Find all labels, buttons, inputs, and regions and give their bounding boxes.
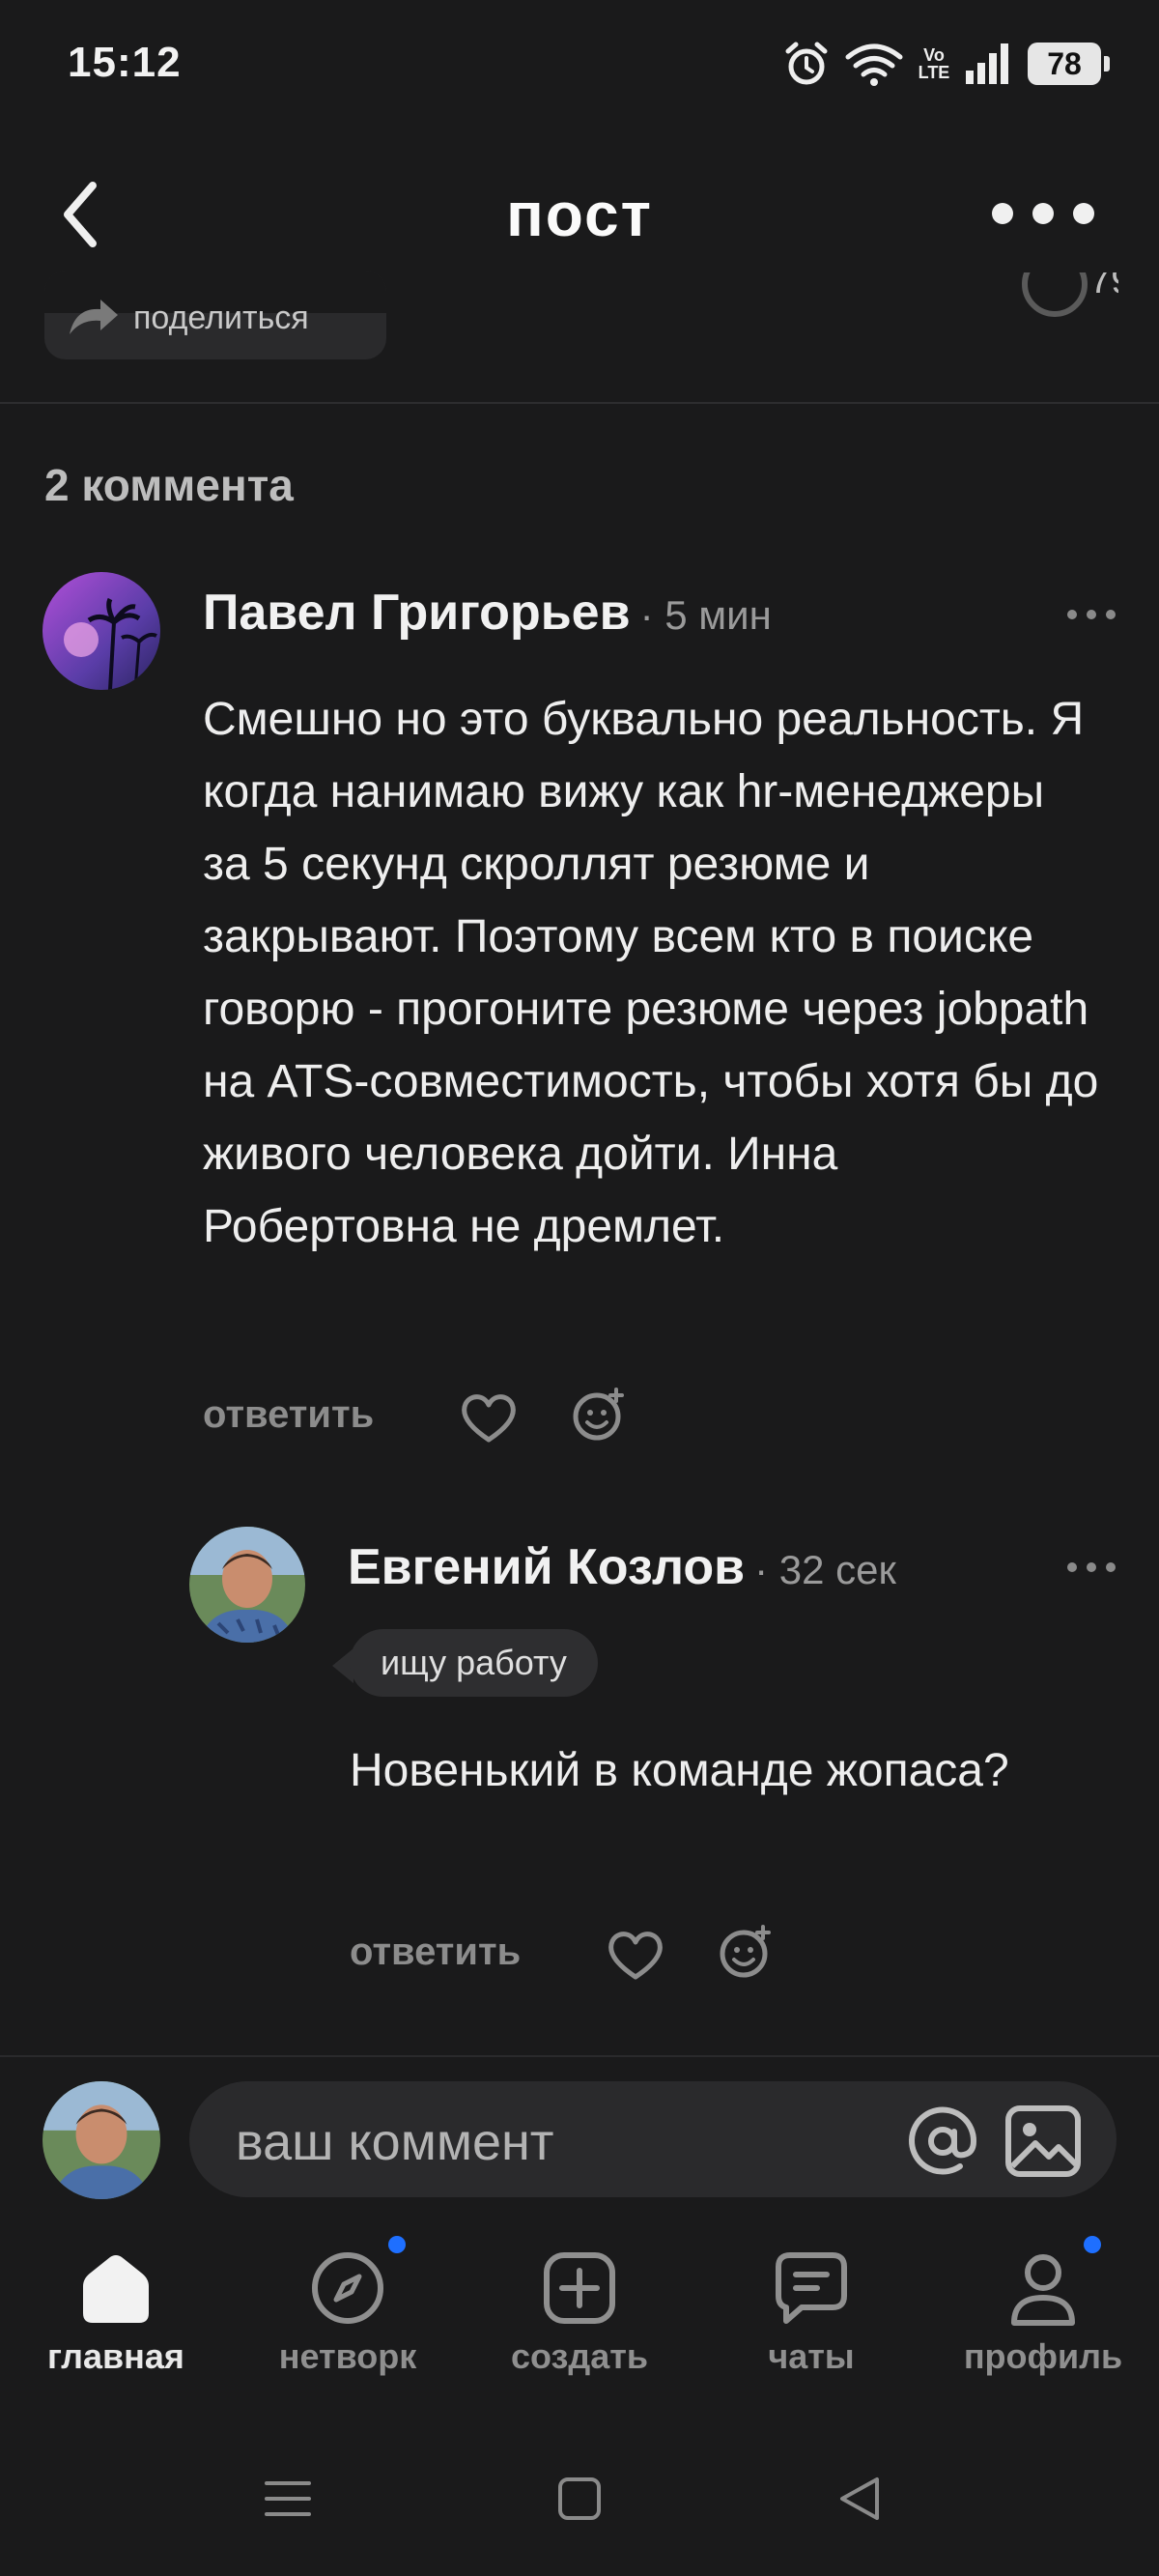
comment-author[interactable]: Павел Григорьев [203,584,631,642]
comment-input-placeholder: ваш коммент [236,2113,554,2171]
plus-square-icon [544,2252,615,2324]
nav-network[interactable]: нетворк [251,2236,444,2377]
more-options-button[interactable] [985,189,1101,238]
battery-indicator: 78 [1028,43,1110,85]
status-time: 15:12 [68,39,182,86]
compass-icon [312,2252,383,2324]
home-system-icon[interactable] [551,2470,608,2528]
nav-label: профиль [963,2336,1123,2376]
volte-label: Vo LTE [918,45,950,82]
avatar[interactable] [189,1527,305,1643]
nav-label: создать [510,2336,649,2376]
nav-chats[interactable]: чаты [715,2249,908,2377]
share-button[interactable]: поделиться [44,271,386,359]
reply-button[interactable]: ответить [350,1931,521,1974]
comment-more-icon[interactable] [1062,1556,1120,1579]
image-attach-icon[interactable] [1004,2104,1082,2178]
wifi-icon [845,43,903,86]
nav-label: нетворк [278,2336,417,2376]
views-counter: 79 [1022,272,1118,317]
comment-text: Новенький в команде жопаса? [350,1745,1009,1796]
avatar[interactable] [42,572,160,690]
nav-home[interactable]: главная [19,2249,212,2377]
comment-more-icon[interactable] [1062,603,1120,626]
add-reaction-icon[interactable] [717,1923,775,1981]
back-system-icon[interactable] [833,2470,890,2528]
comment-author[interactable]: Евгений Козлов [348,1538,745,1596]
more-horizontal-icon [992,203,1094,224]
share-label: поделиться [133,300,309,336]
nav-label: главная [47,2336,184,2376]
comment-header: Евгений Козлов · 32 сек [348,1538,896,1596]
chat-icon [776,2252,847,2324]
nav-create[interactable]: создать [483,2249,676,2377]
section-divider [0,402,1159,404]
reply-button[interactable]: ответить [203,1393,374,1437]
comment-header: Павел Григорьев · 5 мин [203,584,772,642]
add-reaction-icon[interactable] [570,1386,628,1444]
nav-profile[interactable]: профиль [947,2236,1140,2377]
home-icon [83,2255,149,2323]
notification-dot [1084,2236,1101,2253]
heart-icon[interactable] [460,1391,518,1444]
status-icons: Vo LTE 78 [782,37,1110,91]
comment-time: · 32 сек [754,1547,896,1592]
nav-label: чаты [768,2336,855,2376]
profile-icon [1011,2254,1075,2326]
comment-time: · 5 мин [639,592,772,638]
signal-icon [966,43,1008,84]
notification-dot [388,2236,406,2253]
status-badge: ищу работу [350,1629,598,1697]
composer-divider [0,2055,1159,2057]
share-icon [70,300,118,334]
comments-count: 2 коммента [44,460,294,510]
comment-text: Смешно но это буквально реальность. Я ко… [203,694,1099,1252]
heart-icon[interactable] [607,1929,664,1981]
recent-apps-icon[interactable] [259,2470,317,2528]
mention-icon[interactable] [906,2104,979,2178]
alarm-icon [785,42,828,85]
user-avatar[interactable] [42,2081,160,2199]
